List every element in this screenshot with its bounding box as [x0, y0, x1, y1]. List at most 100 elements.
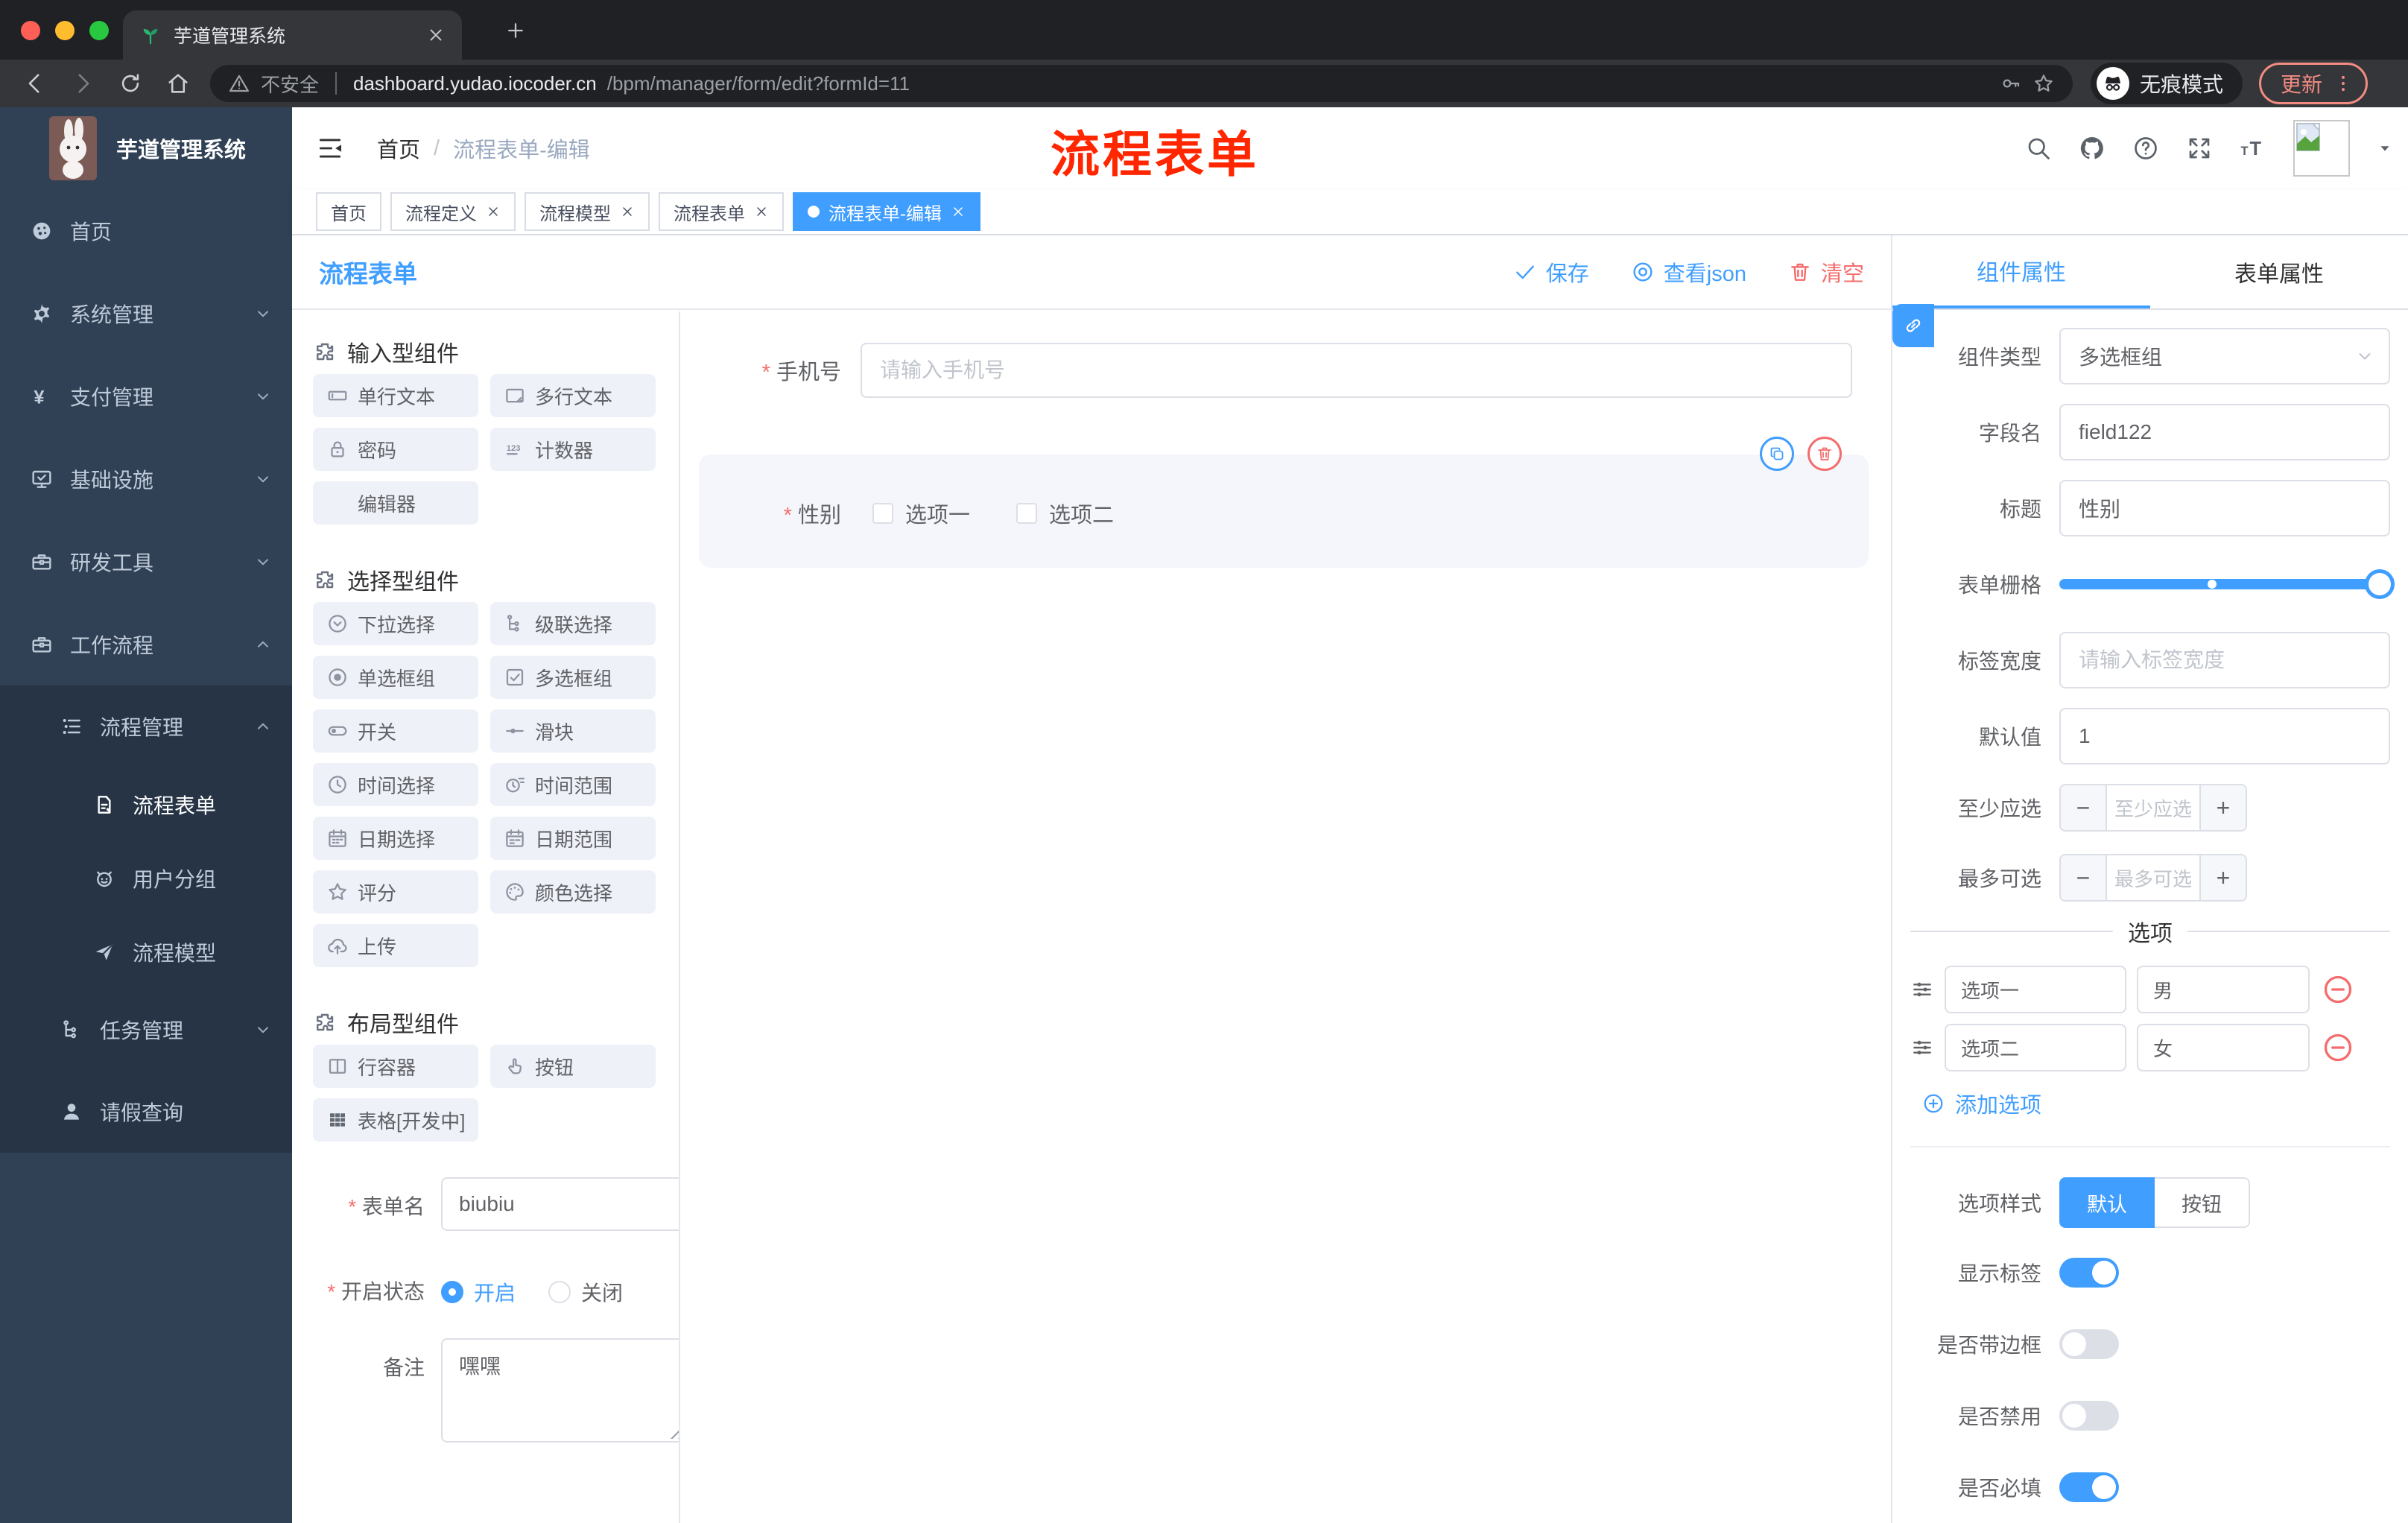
sidebar-item-infra[interactable]: 基础设施 — [0, 437, 292, 520]
kebab-menu-icon[interactable] — [2333, 73, 2354, 94]
tag-process-form[interactable]: 流程表单 — [659, 192, 784, 231]
font-size-icon[interactable]: TT — [2240, 135, 2266, 162]
palette-item-radio-group[interactable]: 单选框组 — [313, 656, 478, 699]
option-value-input[interactable] — [2137, 966, 2310, 1013]
address-bar[interactable]: 不安全 dashboard.yudao.iocoder.cn/bpm/manag… — [210, 65, 2073, 102]
palette-item-table[interactable]: 表格[开发中] — [313, 1098, 478, 1142]
palette-item-upload[interactable]: 上传 — [313, 924, 478, 967]
palette-item-single-text[interactable]: 单行文本 — [313, 374, 478, 417]
clear-button[interactable]: 清空 — [1788, 256, 1864, 288]
component-type-select[interactable] — [2059, 328, 2390, 384]
label-width-input[interactable] — [2059, 632, 2390, 688]
checkbox[interactable] — [872, 503, 893, 524]
reload-button[interactable] — [118, 71, 143, 96]
slider-handle[interactable] — [2365, 569, 2395, 599]
checkbox[interactable] — [1016, 503, 1038, 524]
option-style-button[interactable]: 按钮 — [2155, 1177, 2250, 1228]
save-button[interactable]: 保存 — [1513, 256, 1589, 288]
drag-handle-icon[interactable] — [1910, 978, 1934, 1001]
default-value-input[interactable] — [2059, 708, 2390, 764]
github-icon[interactable] — [2079, 135, 2106, 162]
tab-component-props[interactable]: 组件属性 — [1892, 235, 2150, 308]
canvas-field-gender-selected[interactable]: 性别 选项一 选项二 — [699, 437, 1869, 568]
grid-slider[interactable] — [2059, 569, 2395, 599]
sidebar-logo[interactable]: 芋道管理系统 — [0, 107, 292, 189]
browser-tab[interactable]: 芋道管理系统 — [123, 10, 462, 60]
drag-handle-icon[interactable] — [1910, 1036, 1934, 1060]
home-button[interactable] — [165, 71, 191, 96]
disabled-toggle[interactable] — [2059, 1401, 2119, 1431]
palette-item-date-range[interactable]: 日期范围 — [490, 817, 656, 860]
component-type-value[interactable] — [2059, 328, 2390, 384]
min-select-placeholder[interactable]: 至少应选 — [2107, 785, 2199, 830]
tab-close-icon[interactable] — [426, 25, 446, 45]
form-remark-textarea[interactable]: 嘿嘿 — [441, 1338, 679, 1443]
tab-form-props[interactable]: 表单属性 — [2150, 235, 2408, 308]
tag-close-icon[interactable] — [486, 204, 501, 219]
security-label[interactable]: 不安全 — [261, 70, 319, 98]
window-close-button[interactable] — [21, 21, 40, 40]
stepper-minus-button[interactable]: − — [2061, 855, 2107, 900]
sidebar-item-system[interactable]: 系统管理 — [0, 272, 292, 355]
stepper-minus-button[interactable]: − — [2061, 785, 2107, 830]
palette-item-time-picker[interactable]: 时间选择 — [313, 763, 478, 806]
field-name-input[interactable] — [2059, 404, 2390, 460]
palette-item-switch[interactable]: 开关 — [313, 709, 478, 753]
sidebar-item-task-mgmt[interactable]: 任务管理 — [0, 989, 292, 1071]
sidebar-item-process-form[interactable]: 流程表单 — [0, 767, 292, 841]
breadcrumb-root[interactable]: 首页 — [377, 133, 420, 164]
tag-close-icon[interactable] — [951, 204, 966, 219]
palette-item-time-range[interactable]: 时间范围 — [490, 763, 656, 806]
window-zoom-button[interactable] — [89, 21, 109, 40]
palette-item-color-picker[interactable]: 颜色选择 — [490, 870, 656, 914]
help-icon[interactable] — [2132, 135, 2159, 162]
palette-item-rate[interactable]: 评分 — [313, 870, 478, 914]
palette-item-slider[interactable]: 滑块 — [490, 709, 656, 753]
option-value-input[interactable] — [2137, 1024, 2310, 1071]
tag-process-model[interactable]: 流程模型 — [525, 192, 650, 231]
form-name-input[interactable] — [441, 1177, 679, 1231]
sidebar-item-leave-query[interactable]: 请假查询 — [0, 1071, 292, 1153]
palette-item-date-picker[interactable]: 日期选择 — [313, 817, 478, 860]
tag-home[interactable]: 首页 — [316, 192, 381, 231]
palette-item-counter[interactable]: 123 计数器 — [490, 428, 656, 471]
option-label-input[interactable] — [1945, 966, 2126, 1013]
forward-button[interactable] — [70, 71, 95, 96]
back-button[interactable] — [22, 71, 48, 96]
palette-item-row-container[interactable]: 行容器 — [313, 1045, 478, 1088]
stepper-plus-button[interactable]: + — [2199, 785, 2246, 830]
title-input[interactable] — [2059, 480, 2390, 536]
remove-option-icon[interactable] — [2322, 1031, 2354, 1064]
fullscreen-icon[interactable] — [2186, 135, 2213, 162]
new-tab-button[interactable] — [495, 10, 536, 51]
tag-close-icon[interactable] — [754, 204, 769, 219]
avatar[interactable] — [2293, 120, 2350, 177]
password-key-icon[interactable] — [2000, 72, 2022, 95]
status-radio-off[interactable]: 关闭 — [548, 1277, 623, 1307]
chrome-update-button[interactable]: 更新 — [2259, 63, 2369, 104]
palette-item-select[interactable]: 下拉选择 — [313, 602, 478, 645]
show-label-toggle[interactable] — [2059, 1258, 2119, 1288]
search-icon[interactable] — [2025, 135, 2052, 162]
required-toggle[interactable] — [2059, 1472, 2119, 1502]
avatar-caret-icon[interactable] — [2377, 140, 2393, 156]
sidebar-item-process-model[interactable]: 流程模型 — [0, 915, 292, 989]
tag-close-icon[interactable] — [620, 204, 635, 219]
gender-option-1[interactable]: 选项一 — [872, 498, 970, 529]
status-radio-on[interactable]: 开启 — [441, 1277, 516, 1307]
sidebar-item-process-mgmt[interactable]: 流程管理 — [0, 685, 292, 767]
window-minimize-button[interactable] — [55, 21, 75, 40]
view-json-button[interactable]: 查看json — [1631, 256, 1746, 288]
palette-item-checkbox-group[interactable]: 多选框组 — [490, 656, 656, 699]
sidebar-fold-icon[interactable] — [316, 134, 344, 162]
option-label-input[interactable] — [1945, 1024, 2126, 1071]
panel-collapse-handle[interactable] — [1892, 304, 1934, 347]
window-controls[interactable] — [21, 21, 109, 40]
tag-process-form-edit[interactable]: 流程表单-编辑 — [793, 192, 980, 231]
bookmark-star-icon[interactable] — [2032, 72, 2055, 95]
stepper-plus-button[interactable]: + — [2199, 855, 2246, 900]
palette-item-cascader[interactable]: 级联选择 — [490, 602, 656, 645]
gender-option-2[interactable]: 选项二 — [1016, 498, 1114, 529]
sidebar-item-workflow[interactable]: 工作流程 — [0, 603, 292, 685]
canvas-field-phone[interactable]: 手机号 — [680, 343, 1891, 398]
